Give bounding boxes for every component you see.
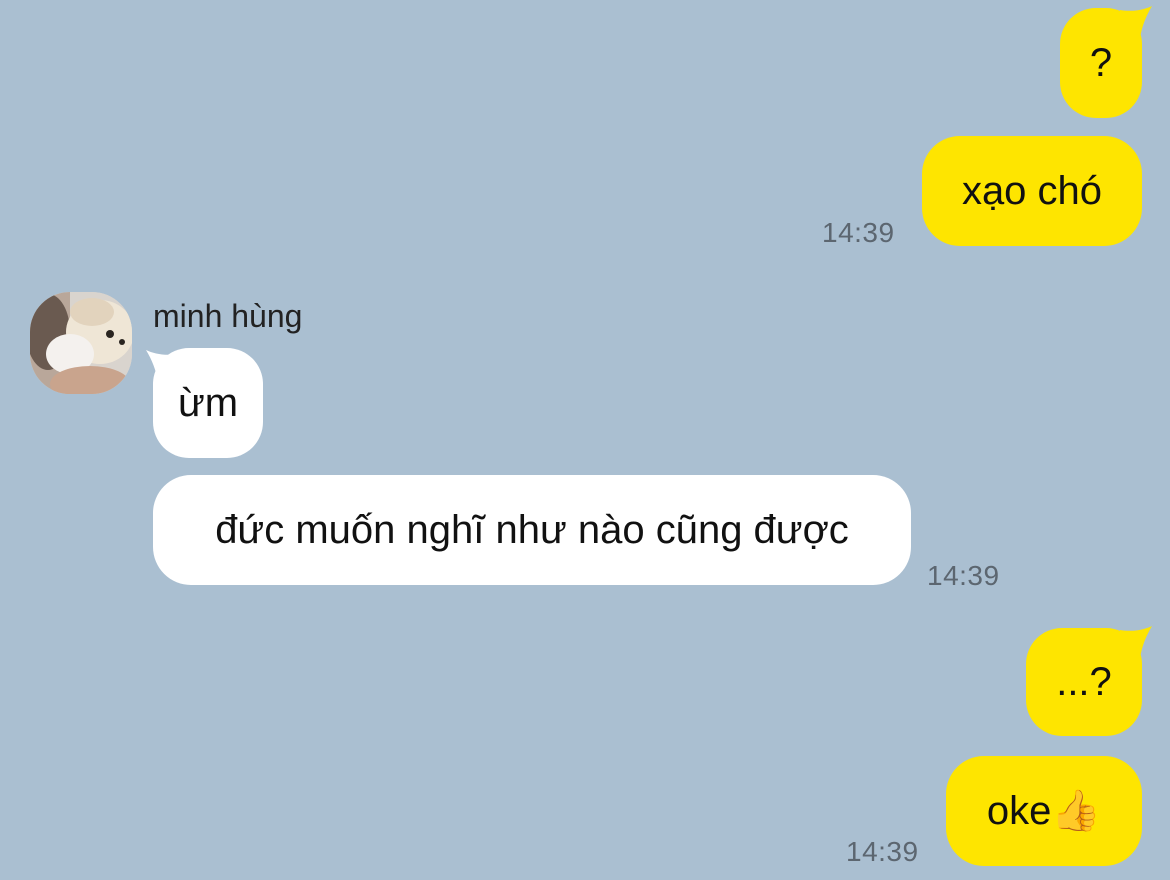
message-text: đức muốn nghĩ như nào cũng được bbox=[215, 508, 849, 552]
chat-conversation: ? xạo chó 14:39 minh hùng ừm đức muốn ng… bbox=[0, 0, 1170, 880]
message-text: ? bbox=[1089, 41, 1113, 85]
sender-name: minh hùng bbox=[153, 298, 303, 334]
incoming-message-bubble[interactable]: ừm bbox=[153, 348, 263, 458]
message-text: ...? bbox=[1056, 660, 1112, 704]
message-text: oke👍 bbox=[986, 789, 1102, 833]
message-text: ừm bbox=[177, 381, 239, 425]
message-timestamp: 14:39 bbox=[927, 560, 1000, 591]
message-text: xạo chó bbox=[961, 169, 1103, 213]
dog-photo-avatar[interactable] bbox=[30, 292, 132, 394]
message-timestamp: 14:39 bbox=[822, 217, 895, 248]
outgoing-bubble-tail bbox=[1120, 6, 1152, 38]
outgoing-message-bubble[interactable]: xạo chó bbox=[922, 136, 1142, 246]
outgoing-message-bubble[interactable]: oke👍 bbox=[946, 756, 1142, 866]
outgoing-bubble-tail bbox=[1120, 626, 1152, 658]
message-timestamp: 14:39 bbox=[846, 836, 919, 867]
incoming-message-bubble[interactable]: đức muốn nghĩ như nào cũng được bbox=[153, 475, 911, 585]
